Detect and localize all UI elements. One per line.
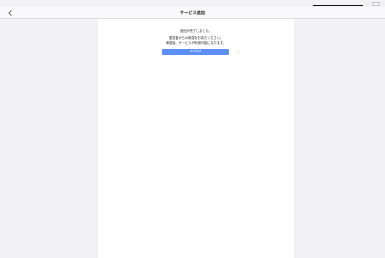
navigation-bar: サービス追加 (0, 7, 385, 19)
status-indicator-bar (313, 5, 363, 6)
availability-message: 承認後、サービスが利用可能になります。 (165, 41, 227, 45)
completion-message: 追加が完了しました。 (180, 29, 212, 33)
status-bar (0, 0, 385, 7)
my-page-button[interactable]: MY PAGE (162, 49, 229, 55)
content-panel: 追加が完了しました。 運営者からの承認をお待ちください。 承認後、サービスが利用… (98, 19, 294, 258)
battery-icon (372, 2, 380, 6)
page-title: サービス追加 (179, 10, 206, 15)
approval-wait-message: 運営者からの承認をお待ちください。 (168, 36, 224, 40)
